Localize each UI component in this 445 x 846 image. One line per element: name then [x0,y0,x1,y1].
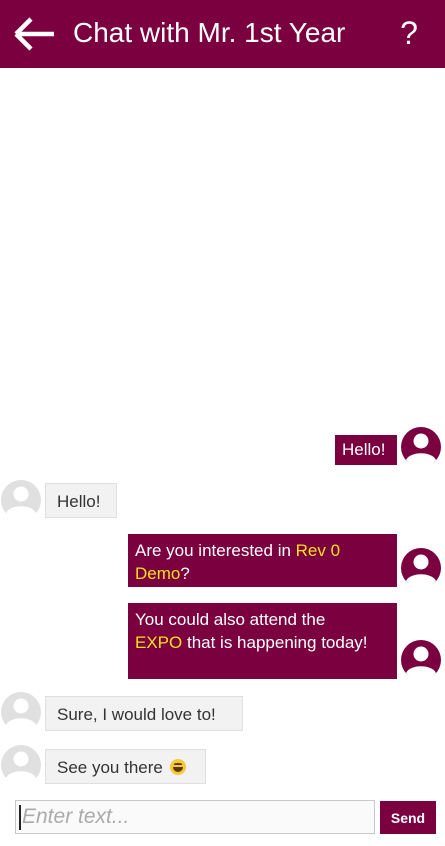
text-cursor [19,805,21,830]
user-avatar-icon [401,427,441,467]
message-text: that is happening today! [182,633,368,652]
user-message: You could also attend the EXPO that is h… [128,603,397,679]
message-text: Sure, I would love to! [57,705,216,724]
user-message: Hello! [335,435,397,465]
bot-message: See you there [45,749,206,784]
user-message: Are you interested in Rev 0 Demo? [128,534,397,587]
arrow-left-icon [14,17,54,51]
highlighted-text: Rev 0 [295,541,341,560]
message-text: Hello! [342,440,386,459]
highlighted-text: Demo [135,564,181,583]
bot-avatar-icon [1,692,41,732]
page-title: Chat with Mr. 1st Year [73,17,346,48]
message-text: Hello! [57,492,101,511]
app-header: Chat with Mr. 1st Year ? [0,0,445,68]
bot-avatar-icon [1,480,41,520]
message-text: ? [180,564,190,583]
message-text: See you there [57,758,163,777]
help-button[interactable]: ? [393,14,425,52]
grinning-face-icon [169,759,186,775]
message-text: You could also attend the [135,610,326,629]
user-avatar-icon [401,548,441,588]
bot-message: Hello! [45,483,117,518]
user-avatar-icon [401,640,441,680]
highlighted-text: EXPO [135,633,183,652]
bot-avatar-icon [1,745,41,785]
back-button[interactable] [10,14,60,54]
message-input[interactable] [15,800,375,834]
bot-message: Sure, I would love to! [45,696,243,731]
message-text: Are you interested in [135,541,296,560]
send-button[interactable]: Send [380,801,436,834]
